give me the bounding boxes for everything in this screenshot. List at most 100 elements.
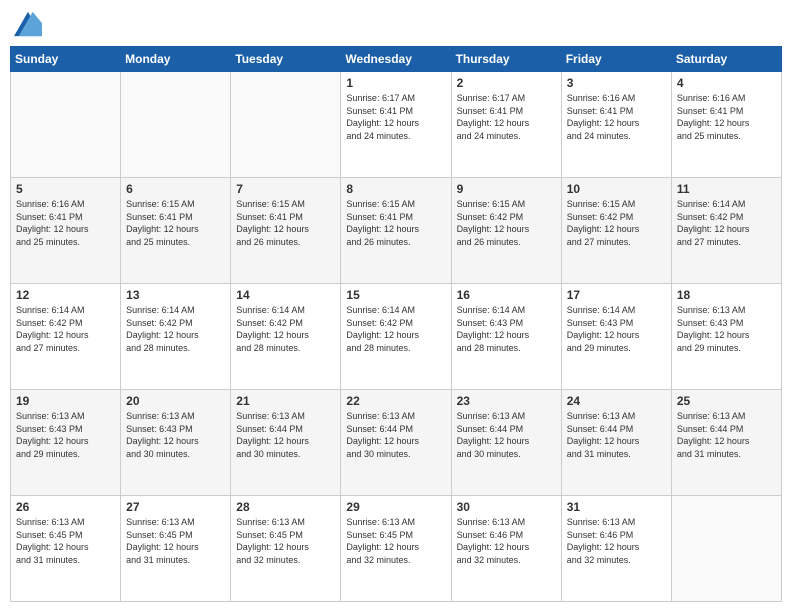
logo (14, 10, 46, 38)
day-info: Sunrise: 6:15 AM Sunset: 6:41 PM Dayligh… (126, 198, 225, 248)
weekday-header-sunday: Sunday (11, 47, 121, 72)
calendar-cell: 13 Sunrise: 6:14 AM Sunset: 6:42 PM Dayli… (121, 284, 231, 390)
weekday-header-tuesday: Tuesday (231, 47, 341, 72)
weekday-header-row: SundayMondayTuesdayWednesdayThursdayFrid… (11, 47, 782, 72)
day-info: Sunrise: 6:15 AM Sunset: 6:41 PM Dayligh… (236, 198, 335, 248)
day-number: 15 (346, 288, 445, 302)
day-info: Sunrise: 6:15 AM Sunset: 6:42 PM Dayligh… (567, 198, 666, 248)
day-number: 21 (236, 394, 335, 408)
day-info: Sunrise: 6:13 AM Sunset: 6:45 PM Dayligh… (126, 516, 225, 566)
day-info: Sunrise: 6:14 AM Sunset: 6:43 PM Dayligh… (567, 304, 666, 354)
day-number: 24 (567, 394, 666, 408)
calendar-week-row: 19 Sunrise: 6:13 AM Sunset: 6:43 PM Dayli… (11, 390, 782, 496)
day-number: 5 (16, 182, 115, 196)
day-info: Sunrise: 6:13 AM Sunset: 6:45 PM Dayligh… (16, 516, 115, 566)
day-info: Sunrise: 6:16 AM Sunset: 6:41 PM Dayligh… (677, 92, 776, 142)
calendar-cell: 6 Sunrise: 6:15 AM Sunset: 6:41 PM Daylig… (121, 178, 231, 284)
day-number: 22 (346, 394, 445, 408)
calendar-cell: 17 Sunrise: 6:14 AM Sunset: 6:43 PM Dayli… (561, 284, 671, 390)
logo-icon (14, 10, 42, 38)
calendar-cell: 9Sunrise: 6:15 AM Sunset: 6:42 PM Daylig… (451, 178, 561, 284)
day-number: 17 (567, 288, 666, 302)
calendar-table: SundayMondayTuesdayWednesdayThursdayFrid… (10, 46, 782, 602)
calendar-cell (231, 72, 341, 178)
day-number: 6 (126, 182, 225, 196)
day-number: 18 (677, 288, 776, 302)
weekday-header-saturday: Saturday (671, 47, 781, 72)
day-number: 3 (567, 76, 666, 90)
calendar-cell: 23 Sunrise: 6:13 AM Sunset: 6:44 PM Dayli… (451, 390, 561, 496)
calendar-cell: 1 Sunrise: 6:17 AM Sunset: 6:41 PM Daylig… (341, 72, 451, 178)
calendar-cell: 25Sunrise: 6:13 AM Sunset: 6:44 PM Dayli… (671, 390, 781, 496)
calendar-cell (671, 496, 781, 602)
weekday-header-friday: Friday (561, 47, 671, 72)
weekday-header-monday: Monday (121, 47, 231, 72)
day-info: Sunrise: 6:13 AM Sunset: 6:44 PM Dayligh… (236, 410, 335, 460)
calendar-cell: 14 Sunrise: 6:14 AM Sunset: 6:42 PM Dayli… (231, 284, 341, 390)
day-info: Sunrise: 6:17 AM Sunset: 6:41 PM Dayligh… (457, 92, 556, 142)
day-info: Sunrise: 6:14 AM Sunset: 6:43 PM Dayligh… (457, 304, 556, 354)
day-info: Sunrise: 6:15 AM Sunset: 6:41 PM Dayligh… (346, 198, 445, 248)
calendar-cell: 4 Sunrise: 6:16 AM Sunset: 6:41 PM Daylig… (671, 72, 781, 178)
calendar-cell: 27 Sunrise: 6:13 AM Sunset: 6:45 PM Dayli… (121, 496, 231, 602)
day-number: 13 (126, 288, 225, 302)
calendar-cell: 21 Sunrise: 6:13 AM Sunset: 6:44 PM Dayli… (231, 390, 341, 496)
weekday-header-wednesday: Wednesday (341, 47, 451, 72)
day-info: Sunrise: 6:13 AM Sunset: 6:44 PM Dayligh… (567, 410, 666, 460)
day-number: 28 (236, 500, 335, 514)
day-number: 27 (126, 500, 225, 514)
day-number: 12 (16, 288, 115, 302)
day-info: Sunrise: 6:13 AM Sunset: 6:45 PM Dayligh… (236, 516, 335, 566)
day-info: Sunrise: 6:14 AM Sunset: 6:42 PM Dayligh… (16, 304, 115, 354)
calendar-cell: 24 Sunrise: 6:13 AM Sunset: 6:44 PM Dayli… (561, 390, 671, 496)
day-info: Sunrise: 6:13 AM Sunset: 6:43 PM Dayligh… (126, 410, 225, 460)
day-number: 20 (126, 394, 225, 408)
day-info: Sunrise: 6:13 AM Sunset: 6:46 PM Dayligh… (457, 516, 556, 566)
day-info: Sunrise: 6:16 AM Sunset: 6:41 PM Dayligh… (567, 92, 666, 142)
calendar-cell: 11Sunrise: 6:14 AM Sunset: 6:42 PM Dayli… (671, 178, 781, 284)
calendar-cell: 12 Sunrise: 6:14 AM Sunset: 6:42 PM Dayli… (11, 284, 121, 390)
calendar-cell: 5 Sunrise: 6:16 AM Sunset: 6:41 PM Daylig… (11, 178, 121, 284)
day-info: Sunrise: 6:13 AM Sunset: 6:46 PM Dayligh… (567, 516, 666, 566)
calendar-cell: 20 Sunrise: 6:13 AM Sunset: 6:43 PM Dayli… (121, 390, 231, 496)
day-number: 16 (457, 288, 556, 302)
day-number: 19 (16, 394, 115, 408)
calendar-cell: 30 Sunrise: 6:13 AM Sunset: 6:46 PM Dayli… (451, 496, 561, 602)
day-number: 9 (457, 182, 556, 196)
day-info: Sunrise: 6:13 AM Sunset: 6:44 PM Dayligh… (677, 410, 776, 460)
calendar-cell: 7 Sunrise: 6:15 AM Sunset: 6:41 PM Daylig… (231, 178, 341, 284)
calendar-cell (121, 72, 231, 178)
calendar-cell: 18Sunrise: 6:13 AM Sunset: 6:43 PM Dayli… (671, 284, 781, 390)
calendar-cell: 26Sunrise: 6:13 AM Sunset: 6:45 PM Dayli… (11, 496, 121, 602)
calendar-week-row: 12 Sunrise: 6:14 AM Sunset: 6:42 PM Dayli… (11, 284, 782, 390)
calendar-cell: 10Sunrise: 6:15 AM Sunset: 6:42 PM Dayli… (561, 178, 671, 284)
day-number: 8 (346, 182, 445, 196)
day-info: Sunrise: 6:14 AM Sunset: 6:42 PM Dayligh… (236, 304, 335, 354)
day-info: Sunrise: 6:13 AM Sunset: 6:44 PM Dayligh… (346, 410, 445, 460)
calendar-week-row: 5 Sunrise: 6:16 AM Sunset: 6:41 PM Daylig… (11, 178, 782, 284)
calendar-cell: 28 Sunrise: 6:13 AM Sunset: 6:45 PM Dayli… (231, 496, 341, 602)
calendar-week-row: 1 Sunrise: 6:17 AM Sunset: 6:41 PM Daylig… (11, 72, 782, 178)
calendar-cell: 8 Sunrise: 6:15 AM Sunset: 6:41 PM Daylig… (341, 178, 451, 284)
day-info: Sunrise: 6:13 AM Sunset: 6:44 PM Dayligh… (457, 410, 556, 460)
day-info: Sunrise: 6:14 AM Sunset: 6:42 PM Dayligh… (126, 304, 225, 354)
day-info: Sunrise: 6:13 AM Sunset: 6:45 PM Dayligh… (346, 516, 445, 566)
day-number: 2 (457, 76, 556, 90)
calendar-cell: 15 Sunrise: 6:14 AM Sunset: 6:42 PM Dayli… (341, 284, 451, 390)
day-number: 29 (346, 500, 445, 514)
day-number: 7 (236, 182, 335, 196)
day-info: Sunrise: 6:14 AM Sunset: 6:42 PM Dayligh… (346, 304, 445, 354)
day-number: 31 (567, 500, 666, 514)
day-info: Sunrise: 6:14 AM Sunset: 6:42 PM Dayligh… (677, 198, 776, 248)
calendar-cell (11, 72, 121, 178)
day-number: 1 (346, 76, 445, 90)
day-number: 14 (236, 288, 335, 302)
calendar-cell: 19Sunrise: 6:13 AM Sunset: 6:43 PM Dayli… (11, 390, 121, 496)
day-number: 30 (457, 500, 556, 514)
day-number: 23 (457, 394, 556, 408)
calendar-cell: 29 Sunrise: 6:13 AM Sunset: 6:45 PM Dayli… (341, 496, 451, 602)
calendar-cell: 3 Sunrise: 6:16 AM Sunset: 6:41 PM Daylig… (561, 72, 671, 178)
day-number: 4 (677, 76, 776, 90)
day-info: Sunrise: 6:16 AM Sunset: 6:41 PM Dayligh… (16, 198, 115, 248)
day-info: Sunrise: 6:17 AM Sunset: 6:41 PM Dayligh… (346, 92, 445, 142)
